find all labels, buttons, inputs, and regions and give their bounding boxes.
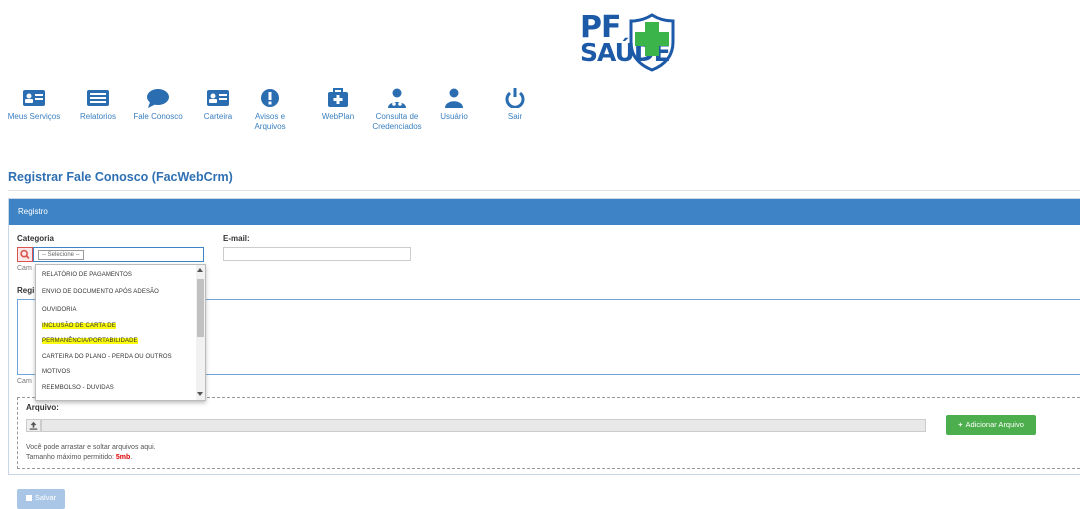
doctor-icon xyxy=(388,88,406,108)
scroll-up-arrow-icon[interactable] xyxy=(197,268,203,272)
floppy-icon xyxy=(25,495,32,501)
nav-label: Consulta de Credenciados xyxy=(372,112,422,131)
search-icon xyxy=(20,249,30,260)
categoria-help-text: Cam xyxy=(17,265,32,272)
dropdown-scrollbar[interactable] xyxy=(196,265,205,400)
nav-label: Carteira xyxy=(203,112,233,121)
dropdown-option[interactable]: RELATÓRIO DE PAGAMENTOS xyxy=(42,268,192,283)
email-field[interactable] xyxy=(223,247,411,261)
categoria-dropdown-list[interactable]: RELATÓRIO DE PAGAMENTOS ENVIO DE DOCUMEN… xyxy=(35,264,206,401)
panel-heading-text: Registro xyxy=(18,207,48,216)
dropdown-option[interactable]: REEMBOLSO - DUVIDAS xyxy=(42,381,192,396)
medkit-icon xyxy=(328,88,348,107)
registro-help-text: Cam xyxy=(17,378,32,385)
nav-item-meus-servicos[interactable]: Meus Serviços xyxy=(3,88,65,122)
nav-item-sair[interactable]: Sair xyxy=(500,88,530,122)
id-card-icon xyxy=(207,90,229,106)
categoria-placeholder: -- Selecione -- xyxy=(38,250,84,260)
power-icon xyxy=(505,88,525,108)
nav-item-carteira[interactable]: Carteira xyxy=(199,88,237,122)
nav-label: WebPlan xyxy=(321,112,355,121)
plus-icon: + xyxy=(958,420,963,429)
categoria-label: Categoria xyxy=(17,234,54,243)
chat-bubble-icon xyxy=(147,89,169,108)
user-icon xyxy=(445,88,463,108)
nav-item-usuario[interactable]: Usuário xyxy=(436,88,472,122)
categoria-search-button[interactable] xyxy=(17,247,33,262)
max-size-value: 5mb xyxy=(115,454,131,461)
exclamation-icon xyxy=(261,89,279,107)
pf-saude-logo: PF SAÚDE xyxy=(580,10,690,78)
email-label: E-mail: xyxy=(223,234,250,243)
arquivo-label: Arquivo: xyxy=(26,403,59,412)
nav-item-consulta-credenciados[interactable]: Consulta de Credenciados xyxy=(368,88,426,132)
divider xyxy=(8,190,1080,191)
shield-cross-icon xyxy=(629,13,675,72)
categoria-select[interactable]: -- Selecione -- xyxy=(33,247,204,262)
upload-icon xyxy=(29,421,38,430)
nav-label: Meus Serviços xyxy=(7,112,61,121)
dropdown-option[interactable]: ENVIO DE DOCUMENTO APÓS ADESÃO xyxy=(42,285,192,300)
panel-heading: Registro xyxy=(9,199,1080,225)
registro-label: Regi xyxy=(17,286,35,295)
scroll-thumb[interactable] xyxy=(197,279,204,337)
nav-item-relatorios[interactable]: Relatorios xyxy=(78,88,118,122)
add-file-label: Adicionar Arquivo xyxy=(965,420,1024,429)
dropdown-option[interactable]: OUVIDORIA xyxy=(42,303,192,318)
max-size-line: Tamanho máximo permitido: 5mb. xyxy=(26,454,132,461)
save-button[interactable]: Salvar xyxy=(17,489,65,509)
nav-item-webplan[interactable]: WebPlan xyxy=(318,88,358,122)
highlighted-text: INCLUSÃO DE CARTA DE PERMANÊNCIA/PORTABI… xyxy=(42,323,138,344)
nav-label: Relatorios xyxy=(79,112,116,121)
scroll-down-arrow-icon[interactable] xyxy=(197,392,203,396)
nav-item-avisos-arquivos[interactable]: Avisos e Arquivos xyxy=(252,88,288,132)
file-drop-zone[interactable] xyxy=(17,397,1080,469)
nav-label: Usuário xyxy=(440,112,468,121)
file-path-field[interactable] xyxy=(41,419,926,432)
dropdown-option[interactable]: CARTEIRA DO PLANO - PERDA OU OUTROS MOTI… xyxy=(42,350,192,380)
add-file-button[interactable]: + Adicionar Arquivo xyxy=(946,415,1036,435)
nav-label: Avisos e Arquivos xyxy=(254,112,286,131)
drag-hint: Você pode arrastar e soltar arquivos aqu… xyxy=(26,444,156,451)
max-size-label: Tamanho máximo permitido: xyxy=(26,454,114,461)
list-icon xyxy=(87,90,109,106)
upload-button[interactable] xyxy=(26,419,41,432)
nav-label: Sair xyxy=(507,112,523,121)
id-card-icon xyxy=(23,90,45,106)
nav-item-fale-conosco[interactable]: Fale Conosco xyxy=(130,88,186,122)
page-title: Registrar Fale Conosco (FacWebCrm) xyxy=(8,170,233,184)
nav-label: Fale Conosco xyxy=(133,112,183,121)
dropdown-option-highlighted[interactable]: INCLUSÃO DE CARTA DE PERMANÊNCIA/PORTABI… xyxy=(42,319,192,349)
period: . xyxy=(130,454,133,461)
